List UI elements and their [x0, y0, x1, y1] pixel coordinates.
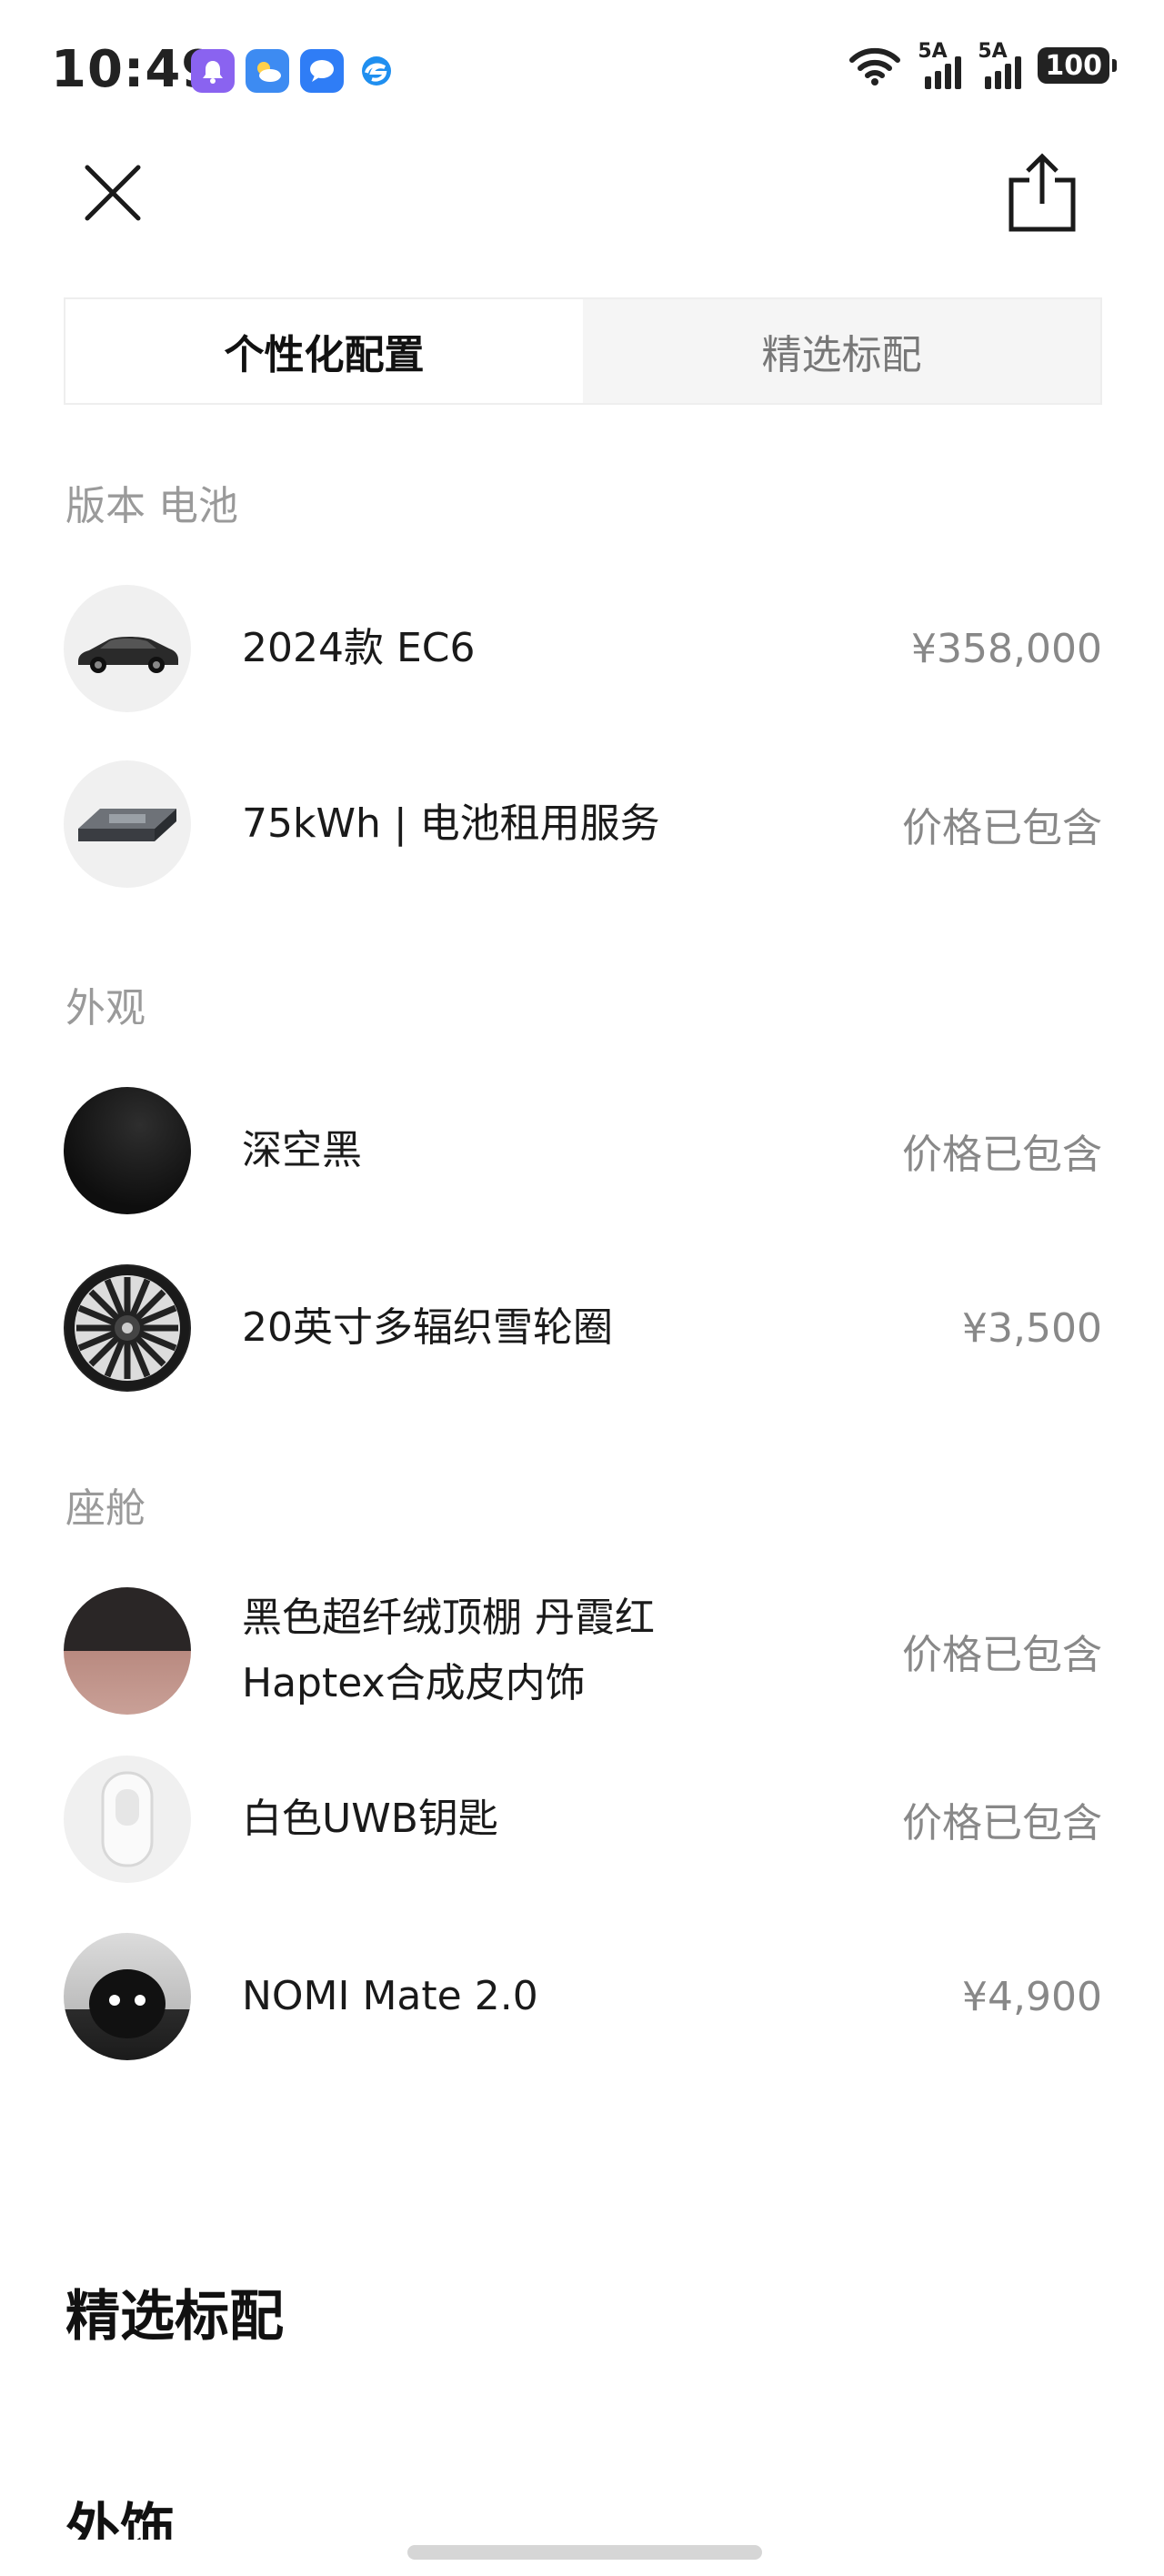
- list-item-interior[interactable]: 黑色超纤绒顶棚 丹霞红 Haptex合成皮内饰 价格已包含: [64, 1583, 1102, 1719]
- model-price: ¥358,000: [911, 625, 1102, 672]
- notification-icons: [191, 49, 398, 93]
- share-button[interactable]: [998, 149, 1086, 236]
- exterior-sub-heading: 外饰: [65, 2498, 175, 2540]
- close-button[interactable]: [73, 153, 153, 233]
- list-item-battery[interactable]: 75kWh | 电池租用服务 价格已包含: [64, 760, 1102, 888]
- section-title-version-battery: 版本 电池: [65, 483, 238, 529]
- battery-label: 75kWh | 电池租用服务: [242, 800, 660, 847]
- key-price: 价格已包含: [902, 1800, 1102, 1846]
- status-indicators: 5A 5A 100: [848, 40, 1117, 89]
- wifi-icon: [849, 47, 901, 86]
- browser-app-icon: [355, 49, 398, 93]
- key-thumbnail: [64, 1756, 191, 1883]
- wheel-thumbnail: [64, 1264, 191, 1392]
- interior-price: 价格已包含: [902, 1632, 1102, 1678]
- standard-section-heading: 精选标配: [65, 2285, 284, 2349]
- interior-label-line1: 黑色超纤绒顶棚 丹霞红: [242, 1595, 655, 1641]
- nomi-label: NOMI Mate 2.0: [242, 1973, 538, 2019]
- wheels-price: ¥3,500: [962, 1304, 1102, 1352]
- interior-label-line2: Haptex合成皮内饰: [242, 1660, 586, 1706]
- paint-price: 价格已包含: [902, 1132, 1102, 1178]
- message-app-icon: [300, 49, 344, 93]
- car-thumbnail: [64, 585, 191, 712]
- signal-icon-2: 5A: [978, 40, 1022, 89]
- share-icon: [1008, 153, 1076, 232]
- tab-standard-config[interactable]: 精选标配: [583, 299, 1100, 403]
- battery-icon: 100: [1038, 47, 1117, 84]
- wheels-label: 20英寸多辐织雪轮圈: [242, 1304, 613, 1351]
- key-label: 白色UWB钥匙: [242, 1796, 498, 1842]
- signal-icon-1: 5A: [918, 40, 962, 89]
- paint-swatch-thumbnail: [64, 1087, 191, 1214]
- list-item-paint[interactable]: 深空黑 价格已包含: [64, 1087, 1102, 1214]
- tab-personalized-config[interactable]: 个性化配置: [65, 299, 583, 403]
- home-indicator[interactable]: [407, 2545, 762, 2560]
- battery-pack-thumbnail: [64, 760, 191, 888]
- signal-label-2: 5A: [978, 40, 1008, 63]
- config-tabs: 个性化配置 精选标配: [64, 297, 1102, 405]
- interior-label: 黑色超纤绒顶棚 丹霞红 Haptex合成皮内饰: [242, 1585, 902, 1716]
- list-item-nomi[interactable]: NOMI Mate 2.0 ¥4,900: [64, 1933, 1102, 2060]
- weather-app-icon: [246, 49, 289, 93]
- status-bar: 10:49 5A 5A 100: [0, 0, 1164, 146]
- nomi-thumbnail: [64, 1933, 191, 2060]
- close-icon: [85, 165, 141, 221]
- section-title-exterior: 外观: [65, 985, 146, 1031]
- list-item-wheels[interactable]: 20英寸多辐织雪轮圈 ¥3,500: [64, 1264, 1102, 1392]
- battery-price: 价格已包含: [902, 805, 1102, 851]
- battery-level: 100: [1045, 49, 1102, 82]
- section-title-cabin: 座舱: [65, 1485, 146, 1532]
- interior-swatch-thumbnail: [64, 1587, 191, 1715]
- nomi-price: ¥4,900: [962, 1973, 1102, 2020]
- signal-label-1: 5A: [918, 40, 948, 63]
- model-label: 2024款 EC6: [242, 625, 476, 671]
- paint-label: 深空黑: [242, 1127, 362, 1173]
- list-item-model[interactable]: 2024款 EC6 ¥358,000: [64, 585, 1102, 712]
- list-item-key[interactable]: 白色UWB钥匙 价格已包含: [64, 1756, 1102, 1883]
- bell-app-icon: [191, 49, 235, 93]
